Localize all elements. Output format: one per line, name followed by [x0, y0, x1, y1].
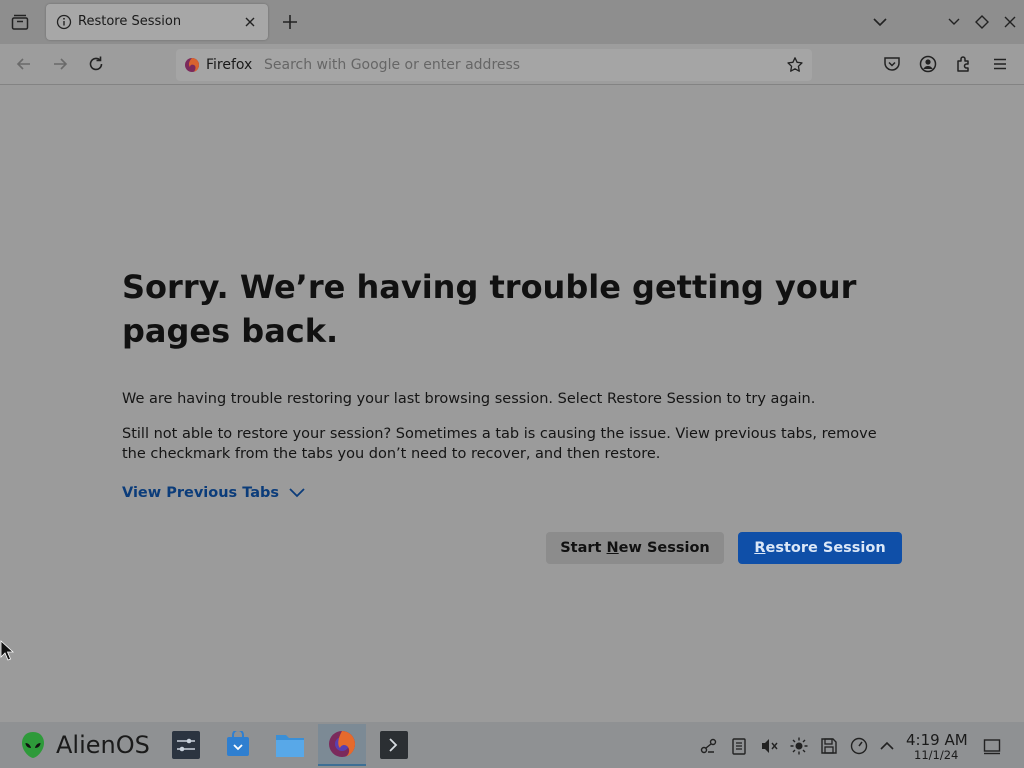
url-bar[interactable]: Firefox: [176, 49, 812, 81]
navigation-bar: Firefox: [0, 44, 1024, 85]
view-previous-tabs-link[interactable]: View Previous Tabs: [122, 485, 279, 501]
task-discover[interactable]: [214, 724, 262, 766]
start-new-session-accesskey: N: [606, 540, 619, 556]
task-firefox[interactable]: [318, 724, 366, 766]
clock-date[interactable]: 11/1/24: [914, 748, 958, 762]
clock-time[interactable]: 4:19 AM: [906, 731, 968, 749]
start-new-session-label-part: Start: [560, 540, 607, 556]
account-icon[interactable]: [918, 54, 938, 74]
chevron-down-icon[interactable]: [287, 485, 307, 501]
maximize-window-icon[interactable]: [973, 13, 991, 31]
start-new-session-label-rest: ew Session: [618, 540, 710, 556]
bookmark-star-icon[interactable]: [786, 56, 804, 74]
tab-title: Restore Session: [78, 14, 182, 29]
error-description: We are having trouble restoring your las…: [122, 391, 816, 407]
tab-restore-session[interactable]: Restore Session: [46, 4, 268, 40]
error-title: Sorry. We’re having trouble getting your…: [122, 268, 857, 350]
restore-session-button[interactable]: Restore Session: [738, 532, 902, 564]
address-input[interactable]: [264, 53, 764, 77]
minimize-window-icon[interactable]: [945, 13, 963, 31]
identity-label: Firefox: [206, 57, 253, 73]
task-system-settings[interactable]: [162, 724, 210, 766]
close-tab-icon[interactable]: [242, 14, 258, 30]
list-all-tabs-icon[interactable]: [870, 12, 890, 32]
clipboard-icon[interactable]: [729, 736, 749, 756]
tab-strip: Restore Session: [0, 0, 1024, 44]
forward-icon[interactable]: [50, 54, 70, 74]
save-disk-icon[interactable]: [819, 736, 839, 756]
volume-muted-icon[interactable]: [759, 736, 779, 756]
start-menu-button[interactable]: AlienOS: [18, 730, 150, 760]
task-terminal[interactable]: [370, 724, 418, 766]
mouse-cursor-icon: [0, 640, 15, 661]
terminal-icon: [380, 731, 408, 759]
start-label: AlienOS: [56, 731, 150, 759]
restore-session-label-rest: estore Session: [765, 540, 886, 556]
tab-list-icon[interactable]: [8, 11, 32, 33]
new-tab-icon[interactable]: [280, 12, 300, 32]
info-icon: [56, 14, 72, 30]
reload-icon[interactable]: [86, 54, 106, 74]
extensions-icon[interactable]: [954, 54, 974, 74]
task-file-manager[interactable]: [266, 724, 314, 766]
gauge-icon[interactable]: [849, 736, 869, 756]
menu-icon[interactable]: [990, 54, 1010, 74]
back-icon[interactable]: [14, 54, 34, 74]
chevron-up-icon[interactable]: [877, 736, 897, 756]
folder-icon: [276, 735, 304, 757]
page-content: Sorry. We’re having trouble getting your…: [0, 85, 1024, 722]
brightness-icon[interactable]: [789, 736, 809, 756]
network-icon[interactable]: [699, 736, 719, 756]
close-window-icon[interactable]: [1001, 13, 1019, 31]
restore-session-accesskey: R: [754, 540, 766, 556]
firefox-icon: [185, 58, 199, 72]
software-store-icon: [227, 731, 249, 756]
firefox-icon: [329, 731, 355, 757]
pocket-icon[interactable]: [882, 54, 902, 74]
taskbar: AlienOS 4:19 AM 11/1/24: [0, 722, 1024, 768]
show-desktop-icon[interactable]: [982, 736, 1002, 756]
error-help-text: Still not able to restore your session? …: [122, 426, 877, 462]
settings-sliders-icon: [172, 731, 200, 759]
start-new-session-button[interactable]: Start New Session: [546, 532, 724, 564]
alien-icon: [22, 732, 44, 758]
